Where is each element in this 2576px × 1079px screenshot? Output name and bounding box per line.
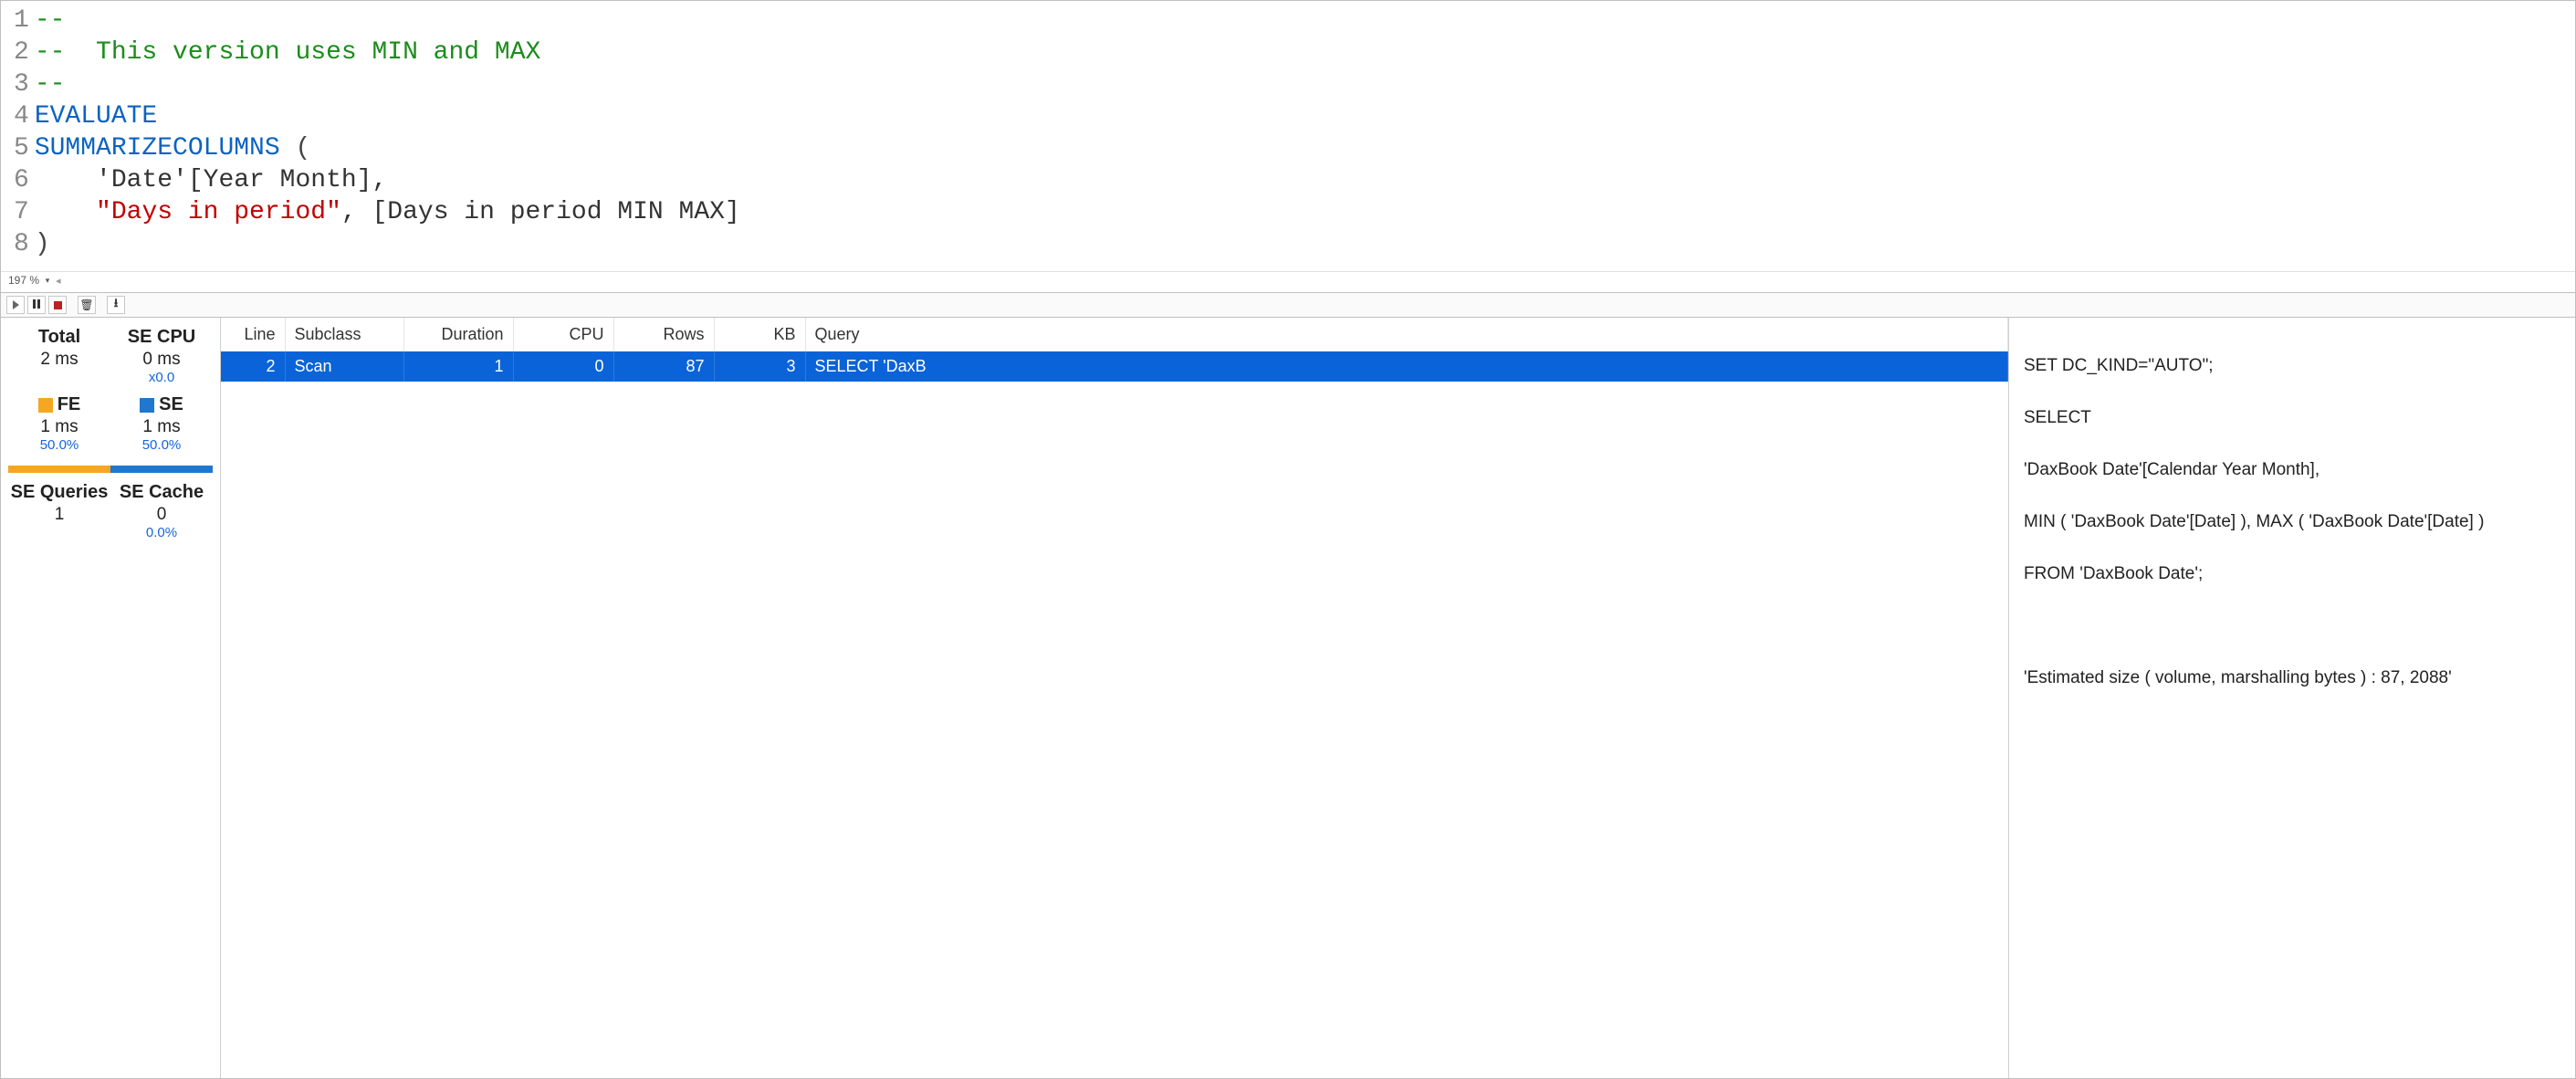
xmsql-cell-cpu: 0	[513, 351, 613, 382]
col-cpu[interactable]: CPU	[513, 318, 613, 351]
xmsql-cell-rows: 87	[613, 351, 714, 382]
col-rows[interactable]: Rows	[613, 318, 714, 351]
query-detail[interactable]: SET DC_KIND="AUTO"; SELECT 'DaxBook Date…	[2009, 318, 2575, 1078]
stat-secache-sub: 0.0%	[110, 525, 213, 540]
line-number: 6	[14, 164, 29, 196]
qd-line: 'DaxBook Date'[Calendar Year Month],	[2024, 457, 2560, 484]
stat-secpu-value: 0 ms	[110, 350, 213, 370]
stat-secache-value: 0	[110, 505, 213, 525]
col-line[interactable]: Line	[221, 318, 285, 351]
xmsql-cell-subclass: Scan	[285, 351, 403, 382]
zoom-bar: 197 % ▾ ◂	[1, 271, 2575, 292]
code-body[interactable]: ---- This version uses MIN and MAX--EVAL…	[35, 5, 740, 260]
stat-seq-value: 1	[8, 505, 110, 525]
code-line[interactable]: )	[35, 228, 740, 260]
play-icon	[13, 300, 19, 309]
download-icon: ⭳	[114, 295, 119, 315]
dax-studio-window: 12345678 ---- This version uses MIN and …	[0, 0, 2576, 1079]
stat-se: SE 1 ms 50.0%	[110, 394, 213, 453]
line-number: 1	[14, 5, 29, 37]
line-number: 5	[14, 132, 29, 164]
export-button[interactable]: ⭳	[107, 296, 125, 314]
stat-secache-label: SE Cache	[110, 482, 213, 503]
fe-se-bar	[8, 466, 213, 473]
line-number: 8	[14, 228, 29, 260]
stat-total: Total 2 ms	[8, 327, 110, 385]
line-gutter: 12345678	[1, 5, 35, 260]
xmsql-header-row: Line Subclass Duration CPU Rows KB Query	[221, 318, 2008, 351]
line-number: 3	[14, 68, 29, 100]
code-line[interactable]: 'Date'[Year Month],	[35, 164, 740, 196]
xmsql-cell-line: 2	[221, 351, 285, 382]
se-color-icon	[140, 398, 154, 413]
stat-secpu-sub: x0.0	[110, 370, 213, 385]
server-timings-toolbar: 🗑 ⭳	[0, 292, 2576, 317]
timing-stats: Total 2 ms SE CPU 0 ms x0.0 FE 1 ms 50.0…	[1, 318, 220, 1078]
xmsql-table[interactable]: Line Subclass Duration CPU Rows KB Query…	[221, 318, 2008, 382]
xmsql-table-wrap: Line Subclass Duration CPU Rows KB Query…	[220, 318, 2009, 1078]
qd-line: SET DC_KIND="AUTO";	[2024, 353, 2560, 380]
stat-seq-label: SE Queries	[8, 482, 110, 503]
code-line[interactable]: --	[35, 68, 740, 100]
code-line[interactable]: --	[35, 5, 740, 37]
line-number: 2	[14, 37, 29, 68]
zoom-dropdown[interactable]: ▾	[43, 276, 52, 285]
stat-fe-pct: 50.0%	[8, 437, 110, 453]
stop-button[interactable]	[48, 296, 67, 314]
zoom-level: 197 %	[8, 274, 39, 287]
stat-secpu-label: SE CPU	[110, 327, 213, 348]
se-bar-segment	[110, 466, 213, 473]
qd-line: 'Estimated size ( volume, marshalling by…	[2024, 665, 2560, 692]
xmsql-cell-duration: 1	[403, 351, 513, 382]
server-timings-pane: Total 2 ms SE CPU 0 ms x0.0 FE 1 ms 50.0…	[0, 317, 2576, 1079]
col-kb[interactable]: KB	[714, 318, 805, 351]
stat-se-queries: SE Queries 1	[8, 482, 110, 540]
xmsql-row[interactable]: 2Scan10873SELECT 'DaxB	[221, 351, 2008, 382]
stop-icon	[54, 301, 62, 309]
stat-fe-value: 1 ms	[8, 417, 110, 437]
xmsql-cell-kb: 3	[714, 351, 805, 382]
editor-pane: 12345678 ---- This version uses MIN and …	[0, 0, 2576, 292]
pause-icon	[32, 299, 41, 311]
stat-total-label: Total	[8, 327, 110, 348]
fe-color-icon	[38, 398, 53, 413]
col-duration[interactable]: Duration	[403, 318, 513, 351]
pause-button[interactable]	[27, 296, 46, 314]
line-number: 7	[14, 196, 29, 228]
stat-secpu: SE CPU 0 ms x0.0	[110, 327, 213, 385]
zoom-arrow-icon: ◂	[56, 275, 61, 287]
stat-fe-label: FE	[58, 394, 81, 414]
stat-se-label: SE	[159, 394, 183, 414]
code-line[interactable]: EVALUATE	[35, 100, 740, 132]
code-line[interactable]: "Days in period", [Days in period MIN MA…	[35, 196, 740, 228]
stat-fe: FE 1 ms 50.0%	[8, 394, 110, 453]
clear-button[interactable]: 🗑	[78, 296, 96, 314]
code-editor[interactable]: 12345678 ---- This version uses MIN and …	[1, 1, 2575, 271]
qd-line: FROM 'DaxBook Date';	[2024, 561, 2560, 588]
play-button[interactable]	[6, 296, 25, 314]
stat-total-value: 2 ms	[8, 350, 110, 370]
stat-se-value: 1 ms	[110, 417, 213, 437]
code-line[interactable]: -- This version uses MIN and MAX	[35, 37, 740, 68]
stat-se-cache: SE Cache 0 0.0%	[110, 482, 213, 540]
code-line[interactable]: SUMMARIZECOLUMNS (	[35, 132, 740, 164]
col-subclass[interactable]: Subclass	[285, 318, 403, 351]
qd-line: MIN ( 'DaxBook Date'[Date] ), MAX ( 'Dax…	[2024, 509, 2560, 536]
qd-line: SELECT	[2024, 405, 2560, 432]
xmsql-cell-query: SELECT 'DaxB	[805, 351, 2008, 382]
line-number: 4	[14, 100, 29, 132]
stat-se-pct: 50.0%	[110, 437, 213, 453]
col-query[interactable]: Query	[805, 318, 2008, 351]
trash-icon: 🗑	[79, 299, 93, 311]
